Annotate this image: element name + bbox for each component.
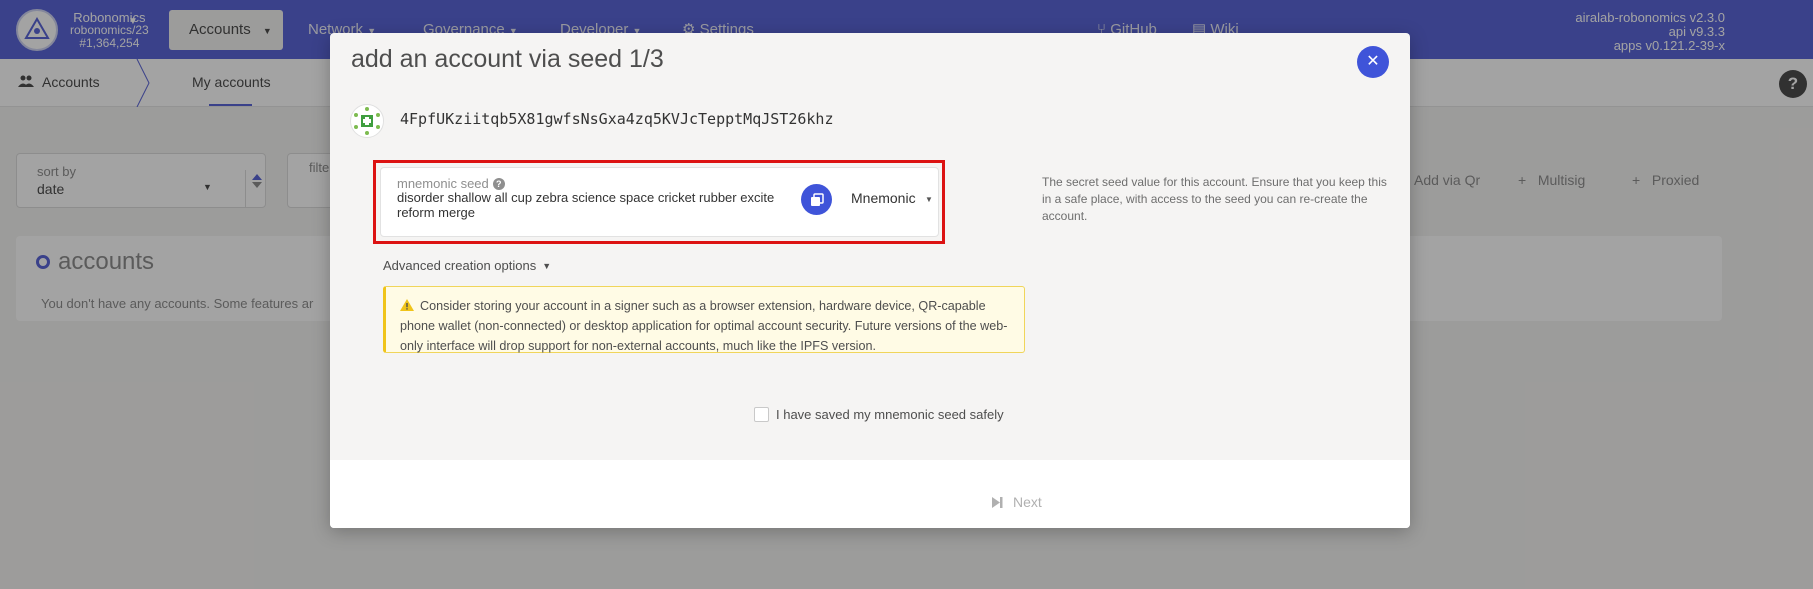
help-icon[interactable]: ? (492, 177, 505, 190)
chevron-down-icon[interactable]: ▼ (925, 195, 933, 204)
checkbox[interactable] (754, 407, 769, 422)
advanced-options-label: Advanced creation options (383, 258, 537, 273)
close-icon: ✕ (1366, 53, 1380, 70)
saved-seed-label: I have saved my mnemonic seed safely (776, 407, 1004, 422)
seed-label: mnemonic seed (397, 176, 489, 191)
seed-help-text: The secret seed value for this account. … (1042, 175, 1387, 223)
account-identicon[interactable] (350, 104, 384, 138)
chevron-down-icon: ▼ (542, 260, 552, 271)
close-button[interactable]: ✕ (1357, 46, 1389, 78)
copy-icon (810, 192, 824, 206)
step-forward-icon (992, 496, 1003, 508)
copy-button[interactable] (801, 184, 832, 215)
mnemonic-seed-field[interactable]: mnemonic seed ? disorder shallow all cup… (380, 167, 939, 237)
seed-type-select[interactable]: Mnemonic (851, 190, 916, 206)
next-label: Next (1013, 494, 1042, 510)
modal-title: add an account via seed 1/3 (351, 45, 664, 73)
security-warning: Consider storing your account in a signe… (383, 286, 1025, 353)
next-button[interactable]: Next (992, 494, 1042, 510)
account-address: 4FpfUKziitqb5X81gwfsNsGxa4zq5KVJcTepptMq… (400, 110, 834, 128)
warning-icon (400, 299, 414, 311)
warning-text: Consider storing your account in a signe… (400, 299, 1008, 353)
saved-seed-checkbox[interactable]: I have saved my mnemonic seed safely (754, 407, 1004, 422)
add-account-modal: add an account via seed 1/3 ✕ 4FpfUKziit… (330, 33, 1410, 528)
seed-input[interactable]: disorder shallow all cup zebra science s… (397, 190, 797, 220)
modal-footer (330, 460, 1410, 528)
advanced-options-toggle[interactable]: Advanced creation options ▼ (383, 258, 551, 273)
